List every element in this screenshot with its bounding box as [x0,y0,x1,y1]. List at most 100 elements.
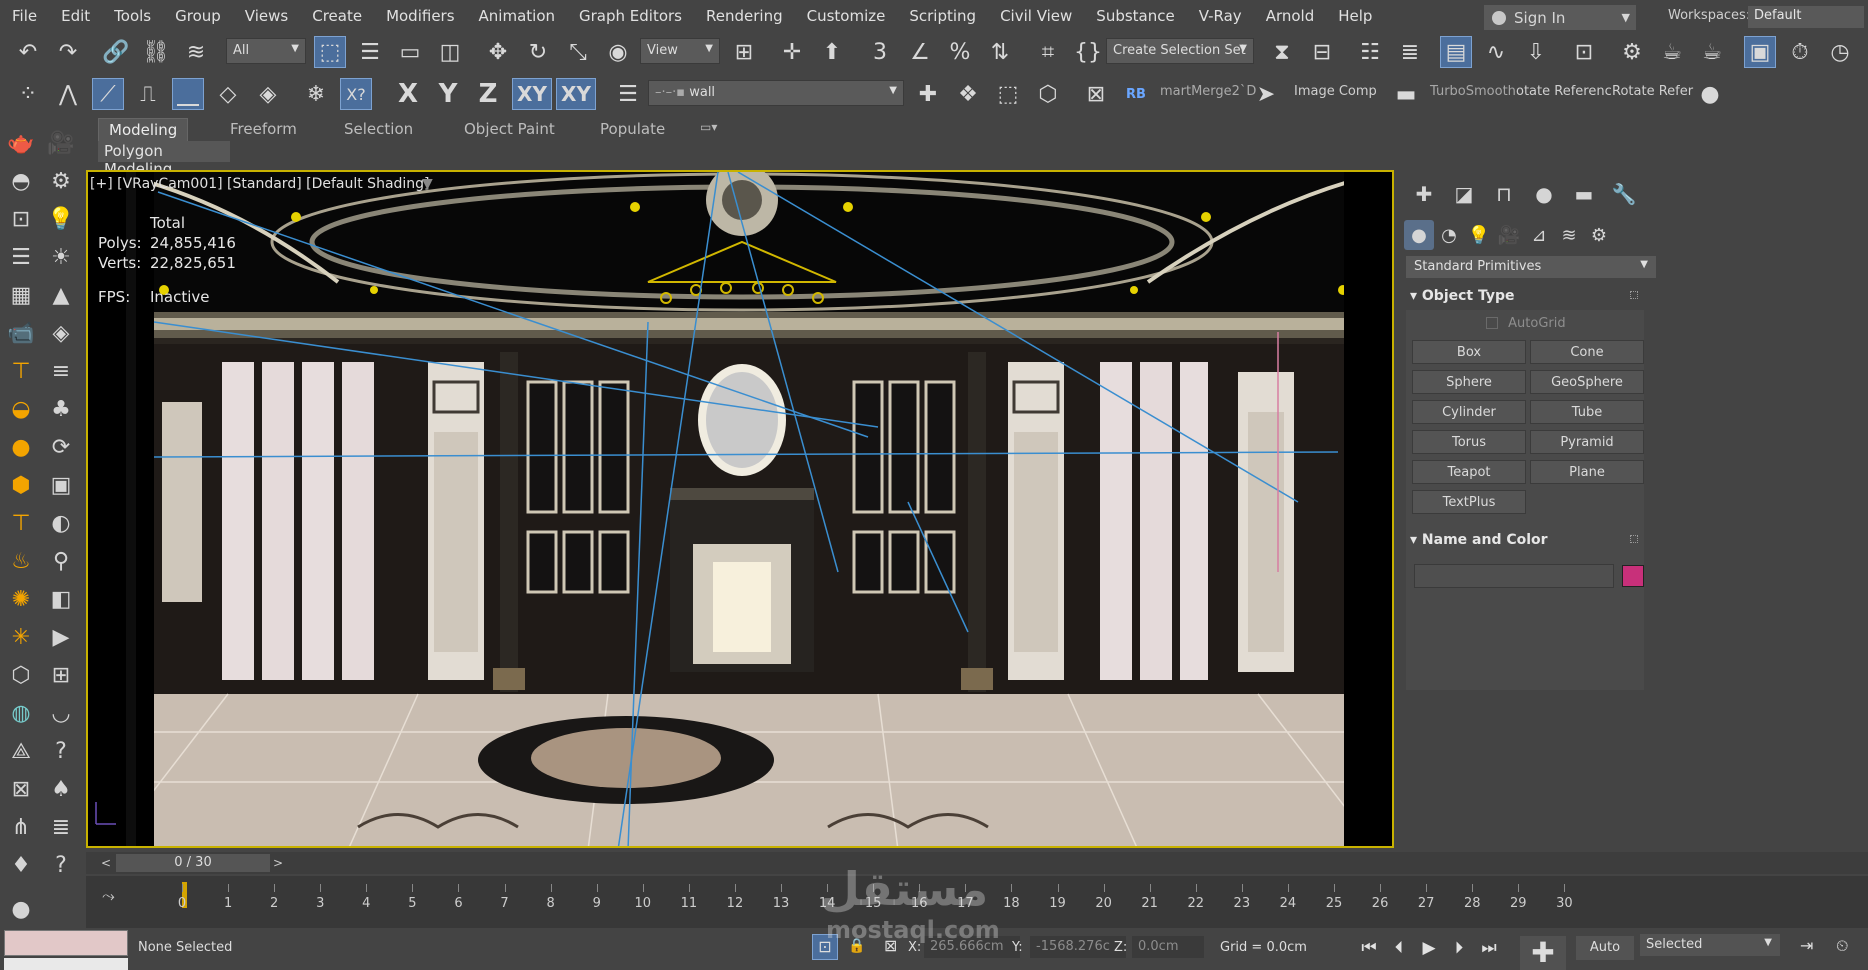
go-to-start-icon[interactable]: ⏮ [1356,936,1382,960]
maxscript-listener[interactable] [4,930,128,956]
menu-animation[interactable]: Animation [467,0,567,32]
axis-z-button[interactable]: Z [472,78,504,110]
box-button[interactable]: Box [1412,340,1526,364]
spot-light-icon[interactable]: ⊤ [6,508,36,538]
lights-icon[interactable]: 💡 [1464,220,1494,250]
rotate-reference-label-1[interactable]: otate Referenc [1516,84,1612,99]
select-manipulate-icon[interactable]: ✛ [776,36,808,68]
rendered-frame-window-icon[interactable]: ☕ [1656,36,1688,68]
tube-button[interactable]: Tube [1530,400,1644,424]
previous-frame-icon[interactable]: ⏴ [1386,936,1412,960]
cone-button[interactable]: Cone [1530,340,1644,364]
sky-light-icon[interactable]: ✳ [6,622,36,652]
named-selection-icon[interactable]: {} [1072,36,1104,68]
cameras-icon[interactable]: 🎥 [1494,220,1524,250]
snap-vertex-icon[interactable]: ⋀ [52,78,84,110]
ribbon-toggle-icon[interactable]: ▤ [1440,36,1472,68]
snap-options-icon[interactable]: ❄ [300,78,332,110]
sphere-light-icon[interactable]: ● [6,432,36,462]
create-layer-icon[interactable]: ✚ [912,78,944,110]
layer-explorer-icon[interactable]: ≣ [1394,36,1426,68]
smartmerge-label[interactable]: martMerge2`D [1160,84,1256,99]
selection-filter-dropdown[interactable]: All ▼ [226,38,306,64]
undo-icon[interactable]: ↶ [12,36,44,68]
y-coordinate-field[interactable]: -1568.276c [1030,936,1126,958]
axis-x-button[interactable]: X [392,78,424,110]
autosave-timer-icon[interactable]: ⏱ [1784,36,1816,68]
split-panel-icon[interactable]: ◧ [46,584,76,614]
space-warps-icon[interactable]: ≋ [1554,220,1584,250]
time-config-icon[interactable]: ⏲ [1836,936,1848,956]
auto-key-button[interactable]: Auto [1576,936,1634,960]
helpers-icon[interactable]: ⊿ [1524,220,1554,250]
create-tab-icon[interactable]: ✚ [1406,180,1442,208]
selection-set-dropdown[interactable]: Create Selection Set ▼ [1106,38,1254,64]
video-camera-icon[interactable]: 📹 [6,318,36,348]
render-setup-icon[interactable]: ⚙ [1616,36,1648,68]
filter-icon[interactable]: ▼ [422,176,433,192]
snap-edge-icon[interactable]: ⟋ [92,78,124,110]
render-camera-icon[interactable]: ⚙ [46,166,76,196]
angle-snap-icon[interactable]: ∠ [904,36,936,68]
sphere-button[interactable]: Sphere [1412,370,1526,394]
pyramid-icon[interactable]: ⟁ [6,736,36,766]
axis-xy-button[interactable]: XY [512,78,552,110]
sun-light-icon[interactable]: ✺ [6,584,36,614]
object-type-rollout-header[interactable]: ▾ Object Type [1406,286,1644,308]
play-icon[interactable]: ▶ [1416,936,1442,960]
sign-in-button[interactable]: Sign In ▼ [1484,5,1636,30]
mirror-icon[interactable]: ⧗ [1266,36,1298,68]
object-color-swatch[interactable] [1622,565,1644,587]
help-icon[interactable]: ? [46,736,76,766]
time-slider-prev-icon[interactable]: < [98,854,114,872]
globe-icon[interactable]: ◍ [6,698,36,728]
object-name-field[interactable] [1414,564,1614,588]
set-current-layer-icon[interactable]: ⬡ [1032,78,1064,110]
object-icon[interactable]: ◈ [46,318,76,348]
save-scene-icon[interactable]: ▣ [1744,36,1776,68]
sun-icon[interactable]: ☀ [46,242,76,272]
menu-views[interactable]: Views [233,0,300,32]
image-comp-label[interactable]: Image Comp [1294,84,1377,99]
menu-vray[interactable]: V-Ray [1187,0,1254,32]
teapot-button[interactable]: Teapot [1412,460,1526,484]
axis-xy-cycle-button[interactable]: XY [556,78,596,110]
light-bulb-icon[interactable]: 💡 [46,204,76,234]
ruler-icon[interactable]: ▬ [1390,78,1422,110]
rotate-reference-label-2[interactable]: Rotate Refer [1612,84,1693,99]
mini-curve-editor-icon[interactable]: ⤳ [102,886,115,906]
snap-face-icon[interactable]: ⎽ [172,78,204,110]
list-icon[interactable]: ☰ [6,242,36,272]
forest-icon[interactable]: ♠ [46,774,76,804]
rect-selection-region-icon[interactable]: ▭ [394,36,426,68]
rotate-icon[interactable]: ↻ [522,36,554,68]
menu-arnold[interactable]: Arnold [1254,0,1327,32]
percent-snap-icon[interactable]: % [944,36,976,68]
viewport[interactable] [86,170,1394,848]
tab-modeling[interactable]: Modeling [98,118,189,142]
layers-icon[interactable]: ☰ [612,78,644,110]
geometry-icon[interactable]: ● [1404,220,1434,250]
autogrid-checkbox[interactable]: AutoGrid [1486,316,1566,331]
torus-icon[interactable]: ◓ [6,166,36,196]
menu-rendering[interactable]: Rendering [694,0,795,32]
box-icon[interactable]: ⊡ [6,204,36,234]
dope-sheet-icon[interactable]: ⇩ [1520,36,1552,68]
clock-icon[interactable]: ◷ [1824,36,1856,68]
menu-scripting[interactable]: Scripting [897,0,988,32]
snap-midpoint-icon[interactable]: ⎍ [132,78,164,110]
cube-icon[interactable]: ⬡ [6,660,36,690]
snap-perpendicular-icon[interactable]: ◇ [212,78,244,110]
edit-named-selection-icon[interactable]: ⌗ [1032,36,1064,68]
pyramid-button[interactable]: Pyramid [1530,430,1644,454]
plane-button[interactable]: Plane [1530,460,1644,484]
select-object-icon[interactable]: ⬚ [314,36,346,68]
move-icon[interactable]: ✥ [482,36,514,68]
camera-icon[interactable]: 🎥 [46,128,76,158]
menu-edit[interactable]: Edit [49,0,102,32]
reference-coordinate-dropdown[interactable]: View ▼ [640,38,720,64]
unlink-icon[interactable]: ⛓ [140,36,172,68]
tab-object-paint[interactable]: Object Paint [454,118,565,142]
shapes-icon[interactable]: ◔ [1434,220,1464,250]
name-color-rollout-header[interactable]: ▾ Name and Color [1406,530,1644,552]
